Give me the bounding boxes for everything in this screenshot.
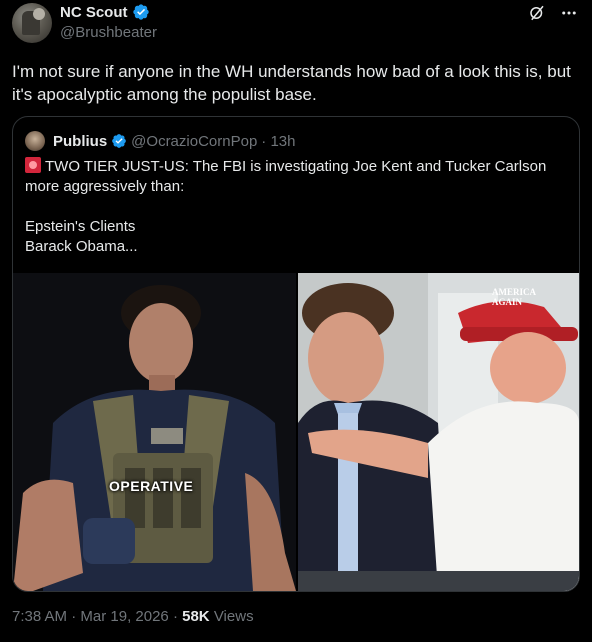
image-carlson-trump[interactable]: AMERICA AGAIN [298, 273, 579, 591]
quote-header: Publius @OcrazioCornPop · 13h [25, 131, 295, 151]
quote-media: OPERATIVE AMERICA AGAIN [13, 273, 579, 591]
author-handle[interactable]: @Brushbeater [60, 24, 157, 41]
grok-icon[interactable] [528, 4, 546, 22]
verified-badge-icon [132, 4, 149, 20]
tweet-date[interactable]: Mar 19, 2026 [80, 608, 168, 625]
quoted-tweet[interactable]: Publius @OcrazioCornPop · 13h TWO TIER J… [12, 116, 580, 592]
quote-time[interactable]: · 13h [261, 133, 295, 150]
quote-verified-badge-icon [112, 134, 127, 148]
quote-display-name[interactable]: Publius [53, 133, 107, 150]
views-label: Views [209, 608, 254, 625]
hat-text: AMERICA AGAIN [492, 287, 536, 307]
tweet-actions-top [528, 4, 578, 22]
siren-emoji-icon [25, 157, 41, 173]
views-count: 58K [182, 608, 210, 625]
author-avatar[interactable] [12, 3, 52, 43]
carlson-trump-photo [298, 273, 579, 591]
tweet: NC Scout @Brushbeater I'm not sure if an… [0, 0, 592, 642]
tweet-time[interactable]: 7:38 AM [12, 608, 67, 625]
author-display-name[interactable]: NC Scout [60, 4, 128, 21]
operative-label: OPERATIVE [109, 478, 194, 494]
quote-handle[interactable]: @OcrazioCornPop [131, 133, 257, 150]
tweet-meta: 7:38 AM · Mar 19, 2026 · 58K Views [12, 608, 254, 625]
quote-author-avatar[interactable] [25, 131, 45, 151]
quote-text: TWO TIER JUST-US: The FBI is investigati… [25, 158, 547, 255]
meta-separator: · [168, 608, 183, 625]
author-name-row: NC Scout [60, 3, 150, 21]
more-options-icon[interactable] [560, 4, 578, 22]
meta-separator: · [67, 608, 81, 625]
tweet-text: I'm not sure if anyone in the WH underst… [12, 62, 571, 104]
operative-photo [13, 273, 296, 591]
image-operative[interactable]: OPERATIVE [13, 273, 296, 591]
quote-text-block: TWO TIER JUST-US: The FBI is investigati… [25, 157, 565, 257]
